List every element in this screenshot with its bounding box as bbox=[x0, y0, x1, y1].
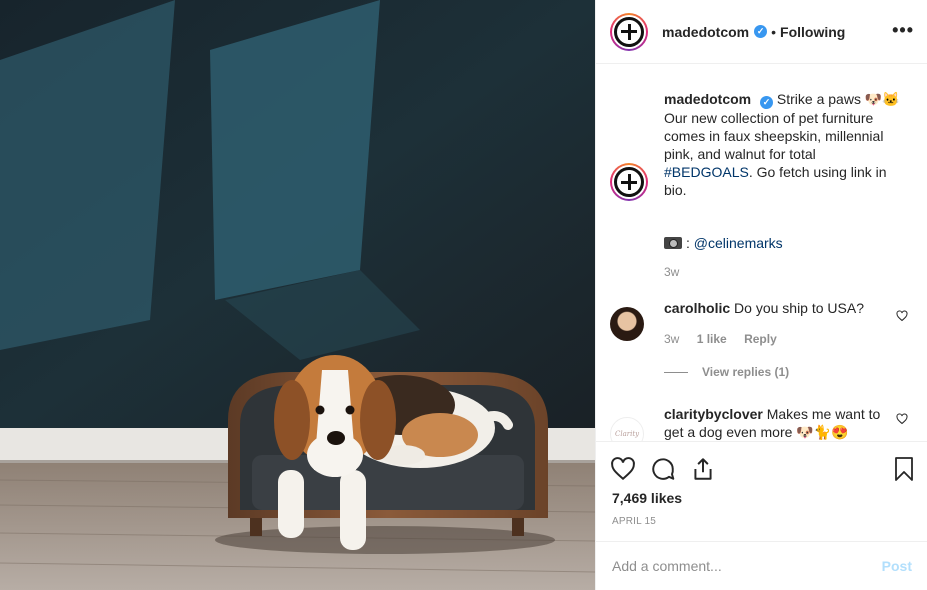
likes-count[interactable]: 7,469 likes bbox=[612, 490, 682, 506]
comment-text: claritybyclover Makes me want to get a d… bbox=[664, 405, 882, 441]
share-icon[interactable] bbox=[690, 456, 716, 482]
comment-username[interactable]: carolholic bbox=[664, 300, 730, 316]
verified-badge-icon: ✓ bbox=[760, 96, 774, 109]
mention-link[interactable]: @celinemarks bbox=[694, 235, 783, 251]
header-separator: • bbox=[771, 23, 777, 40]
comment-like-icon[interactable] bbox=[896, 413, 908, 425]
comment-text: carolholic Do you ship to USA? bbox=[664, 299, 882, 317]
made-logo-icon bbox=[614, 16, 644, 47]
comment-icon[interactable] bbox=[650, 456, 676, 482]
post-comment-button[interactable]: Post bbox=[882, 558, 912, 574]
more-options-icon[interactable]: ••• bbox=[892, 20, 914, 41]
post-caption: madedotcom ✓ Strike a paws 🐶🐱 Our new co… bbox=[664, 90, 904, 199]
comment-likes[interactable]: 1 like bbox=[697, 332, 727, 346]
photo-image bbox=[0, 0, 595, 590]
heart-icon[interactable] bbox=[610, 456, 636, 482]
verified-badge-icon: ✓ bbox=[754, 25, 768, 38]
commenter-avatar[interactable] bbox=[610, 307, 644, 341]
post-header: madedotcom ✓ • Following ••• bbox=[596, 0, 927, 64]
instagram-post-modal: madedotcom ✓ • Following ••• madedotcom … bbox=[0, 0, 927, 590]
comment-meta: 3w 1 like Reply bbox=[664, 332, 791, 346]
caption-username[interactable]: madedotcom bbox=[664, 91, 751, 107]
caption-line1: Strike a paws 🐶🐱 bbox=[776, 91, 900, 107]
comment-composer: Post bbox=[596, 541, 927, 590]
comment-username[interactable]: claritybyclover bbox=[664, 406, 763, 422]
comment-time[interactable]: 3w bbox=[664, 332, 679, 346]
avatar-inner bbox=[612, 165, 646, 199]
commenter-avatar[interactable]: Clarity bbox=[610, 417, 644, 441]
photo-credit: : @celinemarks bbox=[664, 234, 783, 252]
replies-divider bbox=[664, 371, 688, 373]
avatar-inner bbox=[612, 14, 646, 49]
view-replies-label: View replies (1) bbox=[702, 365, 790, 379]
hashtag-link[interactable]: #BEDGOALS bbox=[664, 164, 749, 180]
post-side-panel: madedotcom ✓ • Following ••• madedotcom … bbox=[595, 0, 927, 590]
comments-list[interactable]: madedotcom ✓ Strike a paws 🐶🐱 Our new co… bbox=[596, 65, 927, 441]
post-actions: 7,469 likes APRIL 15 bbox=[596, 441, 927, 541]
credit-prefix: : bbox=[686, 235, 690, 251]
following-button[interactable]: Following bbox=[780, 24, 845, 40]
made-logo-icon bbox=[614, 167, 644, 197]
caption-body: Our new collection of pet furniture come… bbox=[664, 110, 884, 162]
post-username[interactable]: madedotcom bbox=[662, 24, 749, 40]
comment-input[interactable] bbox=[612, 558, 882, 574]
bookmark-icon[interactable] bbox=[892, 456, 916, 482]
post-photo[interactable] bbox=[0, 0, 595, 590]
post-date[interactable]: APRIL 15 bbox=[612, 516, 656, 527]
view-replies-button[interactable]: View replies (1) bbox=[664, 365, 789, 379]
comment-like-icon[interactable] bbox=[896, 310, 908, 322]
caption-timestamp[interactable]: 3w bbox=[664, 265, 679, 279]
profile-avatar[interactable] bbox=[610, 12, 648, 51]
clarity-logo: Clarity bbox=[615, 430, 640, 438]
comment-body: Do you ship to USA? bbox=[734, 300, 864, 316]
action-icons bbox=[610, 456, 730, 482]
caption-avatar[interactable] bbox=[610, 163, 648, 201]
camera-icon bbox=[664, 237, 682, 249]
reply-button[interactable]: Reply bbox=[744, 332, 777, 346]
